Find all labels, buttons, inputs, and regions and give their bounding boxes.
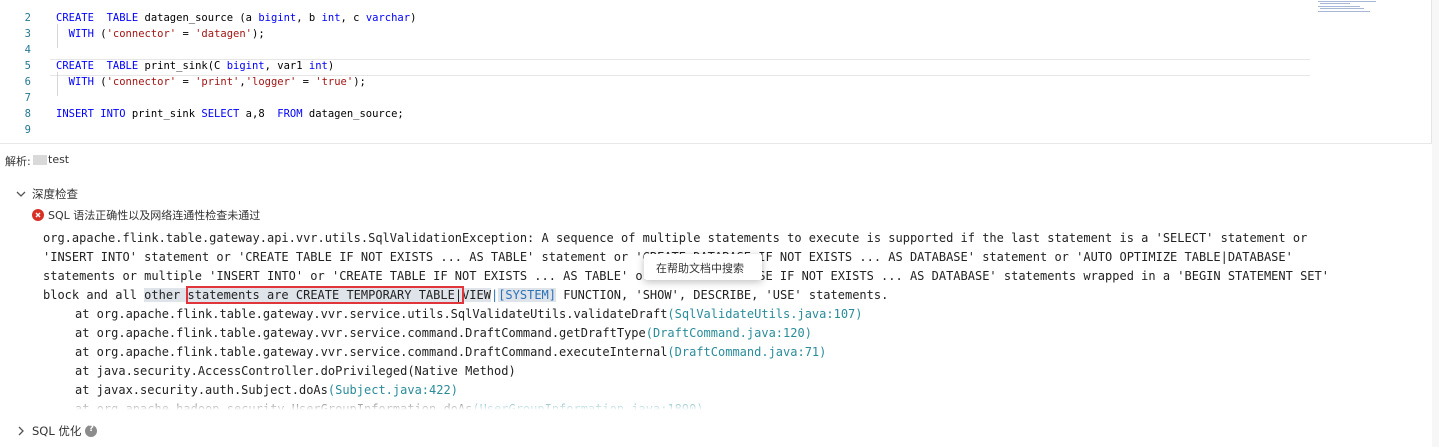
stack-frame: at org.apache.flink.table.gateway.vvr.se… [75, 324, 863, 343]
line-number: 5 [24, 60, 31, 72]
code-token: 'connector' [106, 28, 177, 40]
error-line-post: FUNCTION, 'SHOW', DESCRIBE, 'USE' statem… [556, 288, 889, 302]
stack-trace: at org.apache.flink.table.gateway.vvr.se… [75, 305, 863, 410]
selected-text: other [144, 288, 188, 302]
chevron-down-icon[interactable] [14, 187, 28, 201]
line-number: 2 [24, 12, 31, 24]
code-token: print_sink [131, 108, 202, 120]
code-token: WITH [56, 28, 101, 40]
context-menu-item-search-docs[interactable]: 在帮助文档中搜索 [656, 260, 744, 276]
code-token: 'datagen' [195, 28, 253, 40]
code-token: bigint [226, 60, 265, 72]
line-code: INSERT INTO print_sink SELECT a,8 FROM d… [56, 106, 404, 122]
code-line[interactable]: 7 [0, 90, 1320, 106]
code-token: 'print' [195, 76, 240, 88]
code-token: ); [353, 76, 366, 88]
deep-check-title: 深度检查 [32, 187, 78, 201]
code-token: , b [296, 12, 322, 24]
line-code: WITH ('connector' = 'datagen'); [56, 26, 265, 42]
line-number: 9 [24, 124, 31, 136]
deep-check-panel: 深度检查 SQL 语法正确性以及网络连通性检查未通过 org.apache.fl… [0, 183, 1439, 416]
line-code: CREATE TABLE datagen_source (a bigint, b… [56, 10, 416, 26]
code-token: ) [327, 60, 335, 72]
parse-name: test [48, 153, 70, 166]
code-token: INSERT INTO [56, 108, 132, 120]
code-token: , var1 [264, 60, 309, 72]
stack-frame-source-link[interactable]: (Subject.java:422) [328, 383, 458, 397]
code-token: WITH [56, 76, 101, 88]
parse-bar: 解析: test [0, 143, 1439, 175]
code-token: 'connector' [106, 76, 177, 88]
code-line[interactable]: 2 CREATE TABLE datagen_source (a bigint, … [0, 10, 1320, 26]
code-token: SELECT [201, 108, 246, 120]
error-icon [32, 209, 44, 221]
check-status-text: SQL 语法正确性以及网络连通性检查未通过 [48, 209, 261, 222]
line-number: 6 [24, 76, 31, 88]
highlighted-text-box: statements are CREATE TEMPORARY TABLE| [185, 286, 465, 304]
stack-frame-text: at org.apache.flink.table.gateway.vvr.se… [75, 307, 668, 321]
stack-frame-text: at org.apache.flink.table.gateway.vvr.se… [75, 345, 668, 359]
code-token: 'logger' [245, 76, 297, 88]
code-token: int [321, 12, 341, 24]
line-number: 3 [24, 28, 31, 40]
line-code: CREATE TABLE print_sink(C bigint, var1 i… [56, 58, 334, 74]
check-status: SQL 语法正确性以及网络连通性检查未通过 [32, 207, 260, 223]
deep-check-header[interactable]: 深度检查 [14, 185, 78, 203]
stack-frame-source-link[interactable]: (DraftCommand.java:120) [646, 326, 812, 340]
code-token: bigint [258, 12, 297, 24]
code-token: varchar [365, 12, 411, 24]
stack-frame-source-link[interactable]: (DraftCommand.java:71) [667, 345, 826, 359]
code-line[interactable]: 6 WITH ('connector' = 'print','logger' =… [0, 74, 1320, 90]
chevron-right-icon[interactable] [14, 424, 28, 438]
error-line: org.apache.flink.table.gateway.api.vvr.u… [43, 231, 1308, 245]
code-token: FROM [277, 108, 309, 120]
stack-frame: at java.security.AccessController.doPriv… [75, 362, 863, 381]
stack-frame-source-link[interactable]: (SqlValidateUtils.java:107) [667, 307, 862, 321]
log-fade [33, 397, 1429, 410]
sql-editor[interactable]: 2 CREATE TABLE datagen_source (a bigint, … [0, 0, 1439, 143]
code-line[interactable]: 3 WITH ('connector' = 'datagen'); [0, 26, 1320, 42]
code-token: a,8 [245, 108, 278, 120]
stack-frame-text: at java.security.AccessController.doPriv… [75, 364, 516, 378]
code-token: = [176, 76, 196, 88]
context-menu: 在帮助文档中搜索 [644, 254, 762, 280]
selected-text-view: VIEW [462, 288, 491, 302]
code-token: = [176, 28, 196, 40]
stack-frame: at org.apache.flink.table.gateway.vvr.se… [75, 343, 863, 362]
code-line[interactable]: 5 CREATE TABLE print_sink(C bigint, var1 … [0, 58, 1320, 74]
sql-optimization-title: SQL 优化 [32, 424, 82, 438]
code-token: datagen_source; [308, 108, 404, 120]
code-token: 'true' [315, 76, 354, 88]
code-token: print_sink(C [144, 60, 227, 72]
code-token: CREATE TABLE [56, 12, 145, 24]
code-token: ) [410, 12, 417, 24]
code-token: CREATE TABLE [56, 60, 145, 72]
redacted-block [33, 155, 47, 165]
line-number: 4 [24, 44, 31, 56]
page-scrollbar[interactable] [1432, 0, 1439, 447]
system-keyword: [SYSTEM] [498, 288, 556, 302]
code-token: ); [252, 28, 265, 40]
help-glyph: ? [88, 424, 95, 434]
line-number: 8 [24, 108, 31, 120]
code-line[interactable]: 8 INSERT INTO print_sink SELECT a,8 FROM … [0, 106, 1320, 122]
parse-label: 解析: [5, 155, 31, 168]
sql-optimization-header[interactable]: SQL 优化 ? [14, 422, 98, 440]
code-token: = [296, 76, 316, 88]
stack-frame-text: at javax.security.auth.Subject.doAs [75, 383, 328, 397]
code-line[interactable]: 9 [0, 122, 1320, 138]
stack-frame: at org.apache.flink.table.gateway.vvr.se… [75, 305, 863, 324]
stack-frame-text: at org.apache.flink.table.gateway.vvr.se… [75, 326, 646, 340]
code-token: datagen_source (a [144, 12, 259, 24]
code-token: , c [340, 12, 366, 24]
help-icon[interactable]: ? [85, 424, 98, 437]
minimap[interactable] [1318, 0, 1390, 12]
error-line-pre: block and all [43, 288, 145, 302]
code-line[interactable]: 4 [0, 42, 1320, 58]
line-number: 7 [24, 92, 31, 104]
line-code: WITH ('connector' = 'print','logger' = '… [56, 74, 366, 90]
code-token: int [308, 60, 328, 72]
